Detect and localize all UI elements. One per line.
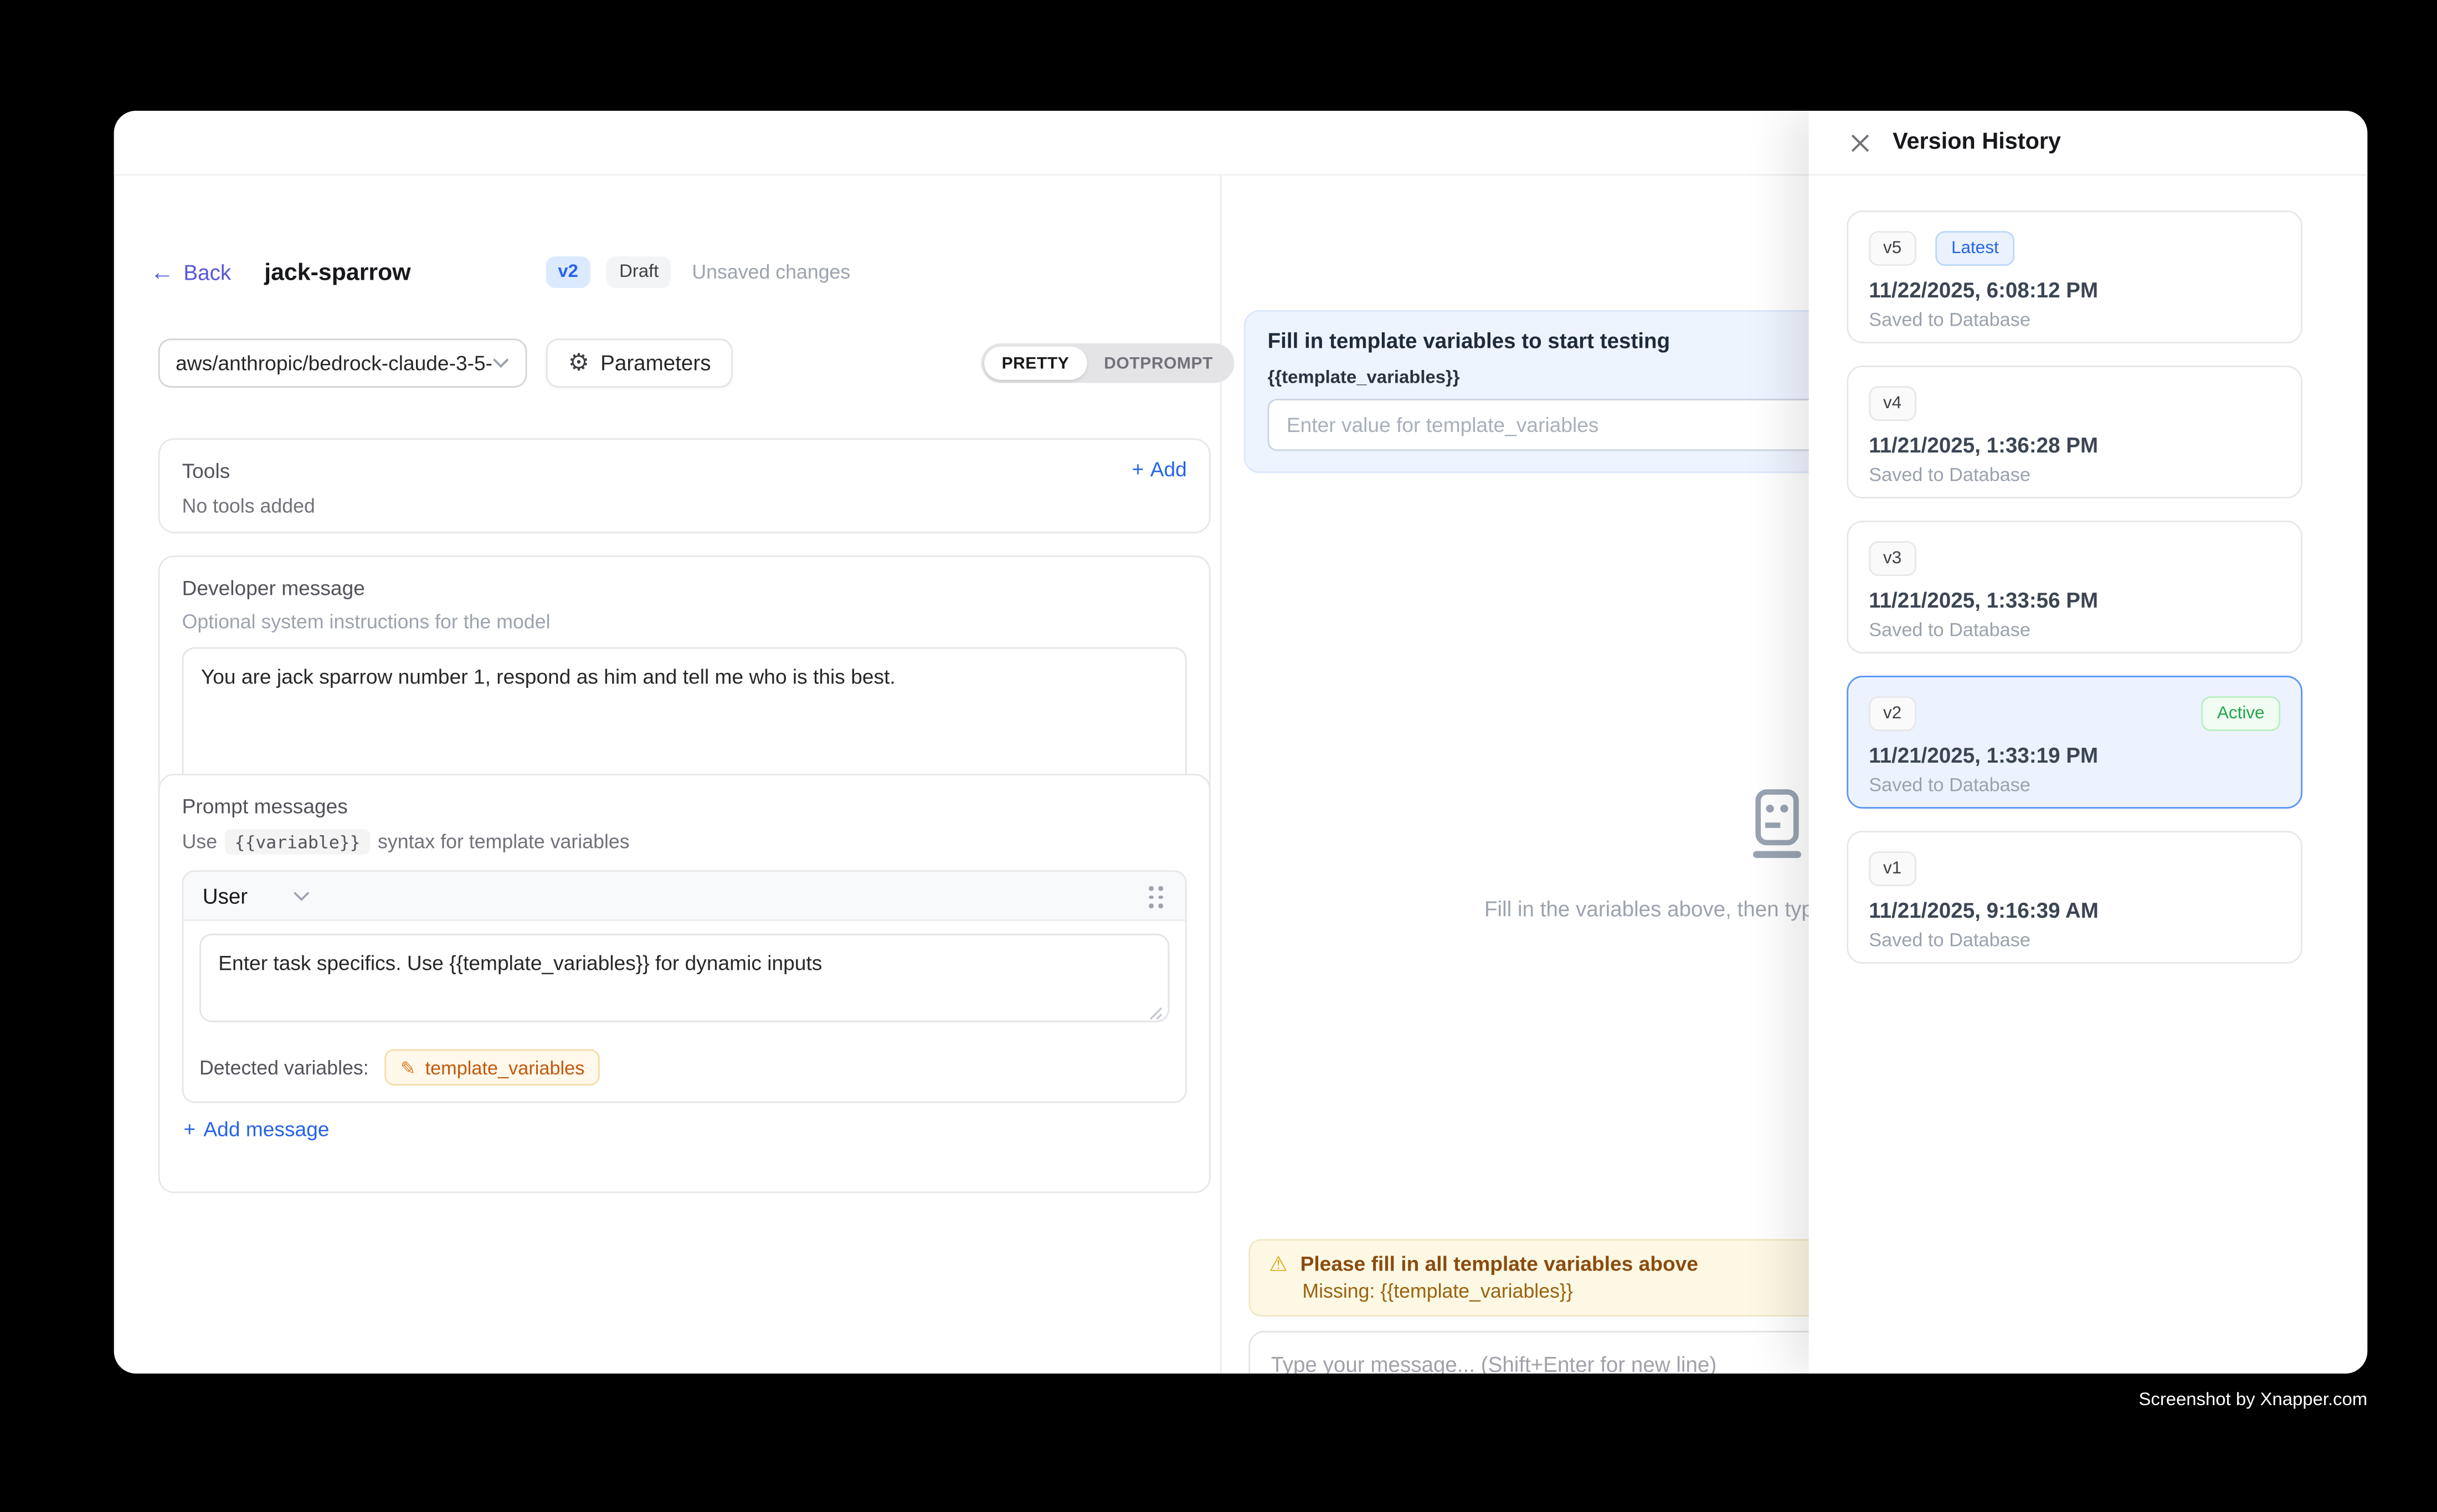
prompt-messages-card: Prompt messages Use {{variable}} syntax … <box>158 774 1211 1193</box>
active-badge: Active <box>2201 696 2280 731</box>
template-variable-name: template_variables <box>425 1056 585 1078</box>
app-window: ← Back jack-sparrow v2 Draft Unsaved cha… <box>114 111 2368 1374</box>
watermark-text: Screenshot by Xnapper.com <box>2138 1391 2367 1410</box>
back-label: Back <box>183 260 231 284</box>
close-icon[interactable] <box>1847 130 1872 155</box>
toggle-dotprompt[interactable]: DOTPROMPT <box>1087 347 1231 380</box>
version-tag-badge: v4 <box>1869 386 1916 421</box>
back-button[interactable]: ← Back <box>150 260 231 284</box>
plus-icon: + <box>1132 457 1144 481</box>
gear-icon: ⚙ <box>568 351 589 375</box>
add-tool-button[interactable]: + Add <box>1132 457 1187 481</box>
tools-title: Tools <box>182 459 1187 483</box>
page-title: jack-sparrow <box>264 259 410 286</box>
drag-handle-icon[interactable] <box>1149 886 1163 908</box>
pencil-icon: ✎ <box>400 1056 416 1078</box>
chat-empty-hint: Fill in the variables above, then typ <box>1484 897 1813 921</box>
detected-variables-row: Detected variables: ✎ template_variables <box>183 1040 1185 1101</box>
variable-syntax-chip: {{variable}} <box>225 829 369 855</box>
version-tag-badge: v3 <box>1869 541 1916 576</box>
add-message-label: Add message <box>203 1117 329 1141</box>
version-card-v5[interactable]: v5 Latest 11/22/2025, 6:08:12 PM Saved t… <box>1847 210 2302 343</box>
prompt-message-textarea[interactable]: Enter task specifics. Use {{template_var… <box>199 934 1169 1022</box>
hint-prefix: Use <box>182 831 218 853</box>
version-timestamp: 11/21/2025, 1:33:19 PM <box>1869 744 2280 768</box>
message-role-header: User <box>183 872 1185 921</box>
parameters-label: Parameters <box>600 351 711 375</box>
tools-card: Tools + Add No tools added <box>158 438 1211 533</box>
unsaved-changes-label: Unsaved changes <box>692 261 850 283</box>
detected-variables-label: Detected variables: <box>199 1056 369 1078</box>
resize-handle-icon[interactable] <box>1149 1006 1163 1021</box>
document-header: ← Back jack-sparrow v2 Draft Unsaved cha… <box>150 253 850 291</box>
chevron-down-icon <box>492 358 510 369</box>
model-toolbar: aws/anthropic/bedrock-claude-3-5-s... ⚙ … <box>158 338 733 388</box>
version-note: Saved to Database <box>1869 464 2280 486</box>
view-mode-toggle: PRETTY DOTPROMPT <box>981 343 1233 383</box>
template-variable-chip[interactable]: ✎ template_variables <box>384 1049 600 1086</box>
toggle-pretty[interactable]: PRETTY <box>984 347 1087 380</box>
version-note: Saved to Database <box>1869 619 2280 641</box>
model-select-value: aws/anthropic/bedrock-claude-3-5-s... <box>176 351 492 375</box>
warning-icon: ⚠ <box>1269 1253 1287 1274</box>
robot-icon <box>1744 788 1807 861</box>
prompt-message-block: User Enter task specifics. Use {{templat… <box>182 870 1187 1103</box>
version-tag-badge: v5 <box>1869 231 1916 266</box>
version-card-v1[interactable]: v1 11/21/2025, 9:16:39 AM Saved to Datab… <box>1847 831 2302 964</box>
parameters-button[interactable]: ⚙ Parameters <box>546 338 733 388</box>
latest-badge: Latest <box>1936 231 2015 266</box>
tools-empty-text: No tools added <box>182 495 1187 517</box>
version-timestamp: 11/21/2025, 9:16:39 AM <box>1869 899 2280 923</box>
prompt-messages-title: Prompt messages <box>182 794 1187 818</box>
version-tag-badge: v2 <box>1869 696 1916 731</box>
version-badge: v2 <box>545 256 590 288</box>
version-tag-badge: v1 <box>1869 851 1916 886</box>
back-arrow-icon: ← <box>150 260 174 284</box>
add-tool-label: Add <box>1150 457 1187 481</box>
screenshot-stage: ← Back jack-sparrow v2 Draft Unsaved cha… <box>0 0 2437 1512</box>
add-message-button[interactable]: + Add message <box>183 1117 1186 1141</box>
draft-badge: Draft <box>606 256 671 288</box>
version-note: Saved to Database <box>1869 308 2280 331</box>
role-select-value: User <box>203 884 248 908</box>
version-card-v4[interactable]: v4 11/21/2025, 1:36:28 PM Saved to Datab… <box>1847 366 2302 498</box>
model-select[interactable]: aws/anthropic/bedrock-claude-3-5-s... <box>158 338 527 388</box>
version-timestamp: 11/21/2025, 1:36:28 PM <box>1869 434 2280 457</box>
version-card-v3[interactable]: v3 11/21/2025, 1:33:56 PM Saved to Datab… <box>1847 521 2302 654</box>
template-syntax-hint: Use {{variable}} syntax for template var… <box>182 829 1187 855</box>
version-note: Saved to Database <box>1869 774 2280 796</box>
version-timestamp: 11/21/2025, 1:33:56 PM <box>1869 589 2280 613</box>
version-card-v2-active[interactable]: v2 Active 11/21/2025, 1:33:19 PM Saved t… <box>1847 676 2302 809</box>
version-note: Saved to Database <box>1869 929 2280 951</box>
developer-message-subtitle: Optional system instructions for the mod… <box>182 611 1187 633</box>
chevron-down-icon[interactable] <box>292 890 309 901</box>
version-timestamp: 11/22/2025, 6:08:12 PM <box>1869 279 2280 302</box>
version-history-title: Version History <box>1893 130 2061 155</box>
plus-icon: + <box>183 1117 196 1141</box>
hint-suffix: syntax for template variables <box>378 831 630 853</box>
developer-message-title: Developer message <box>182 576 1187 600</box>
warning-title: Please fill in all template variables ab… <box>1300 1252 1698 1276</box>
version-history-panel: Version History v5 Latest 11/22/2025, 6:… <box>1809 111 2368 1374</box>
version-history-header: Version History <box>1809 111 2368 176</box>
